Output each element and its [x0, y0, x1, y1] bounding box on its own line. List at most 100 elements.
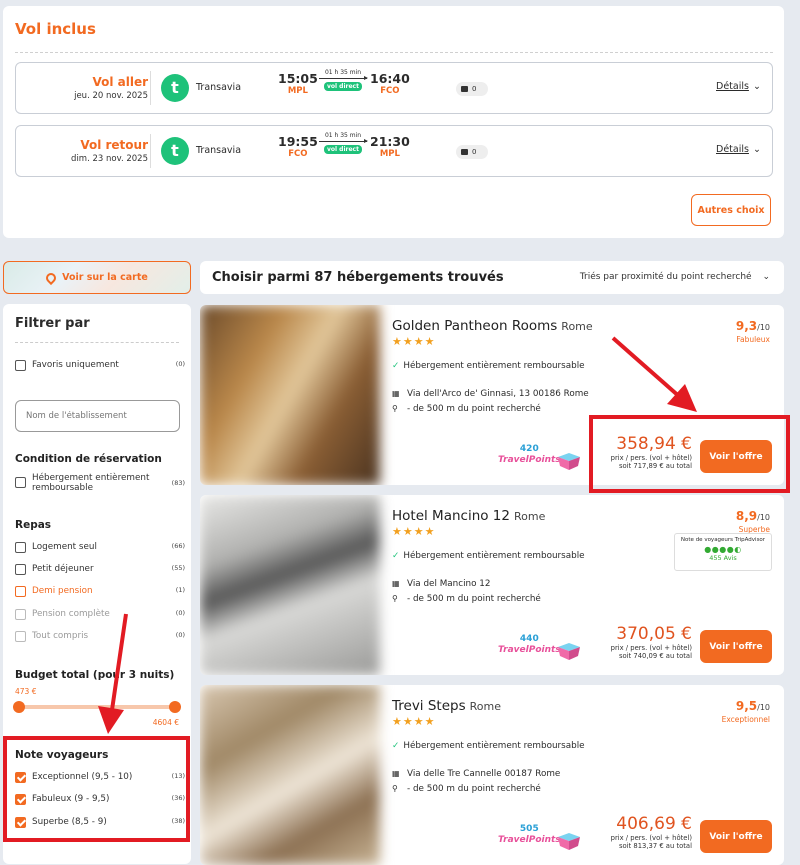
- refundable-note: ✓ Hébergement entièrement remboursable: [392, 361, 585, 371]
- flight-date: dim. 23 nov. 2025: [71, 154, 148, 164]
- results-header: Choisir parmi 87 hébergements trouvés Tr…: [200, 261, 784, 294]
- view-offer-button[interactable]: Voir l'offre: [700, 820, 772, 853]
- hotel-distance: ⚲ - de 500 m du point recherché: [392, 404, 541, 414]
- hotel-photo[interactable]: [200, 495, 380, 675]
- arrival-time: 16:40: [370, 71, 410, 86]
- star-rating: ★★★★: [392, 525, 436, 538]
- building-icon: ▦: [392, 769, 400, 778]
- price-block: 406,69 € prix / pers. (vol + hôtel) soit 8…: [610, 814, 692, 850]
- review-score: 9,3/10: [735, 319, 770, 333]
- flight-date: jeu. 20 nov. 2025: [74, 91, 148, 101]
- price-block: 370,05 € prix / pers. (vol + hôtel) soit 7…: [610, 624, 692, 660]
- budget-max-handle[interactable]: [169, 701, 181, 713]
- price-per-person: 406,69 €: [616, 814, 692, 834]
- refundable-note: ✓ Hébergement entièrement remboursable: [392, 551, 585, 561]
- meal-breakfast-checkbox[interactable]: Petit déjeuner (55): [15, 564, 185, 575]
- price-per-person: 370,05 €: [616, 624, 692, 644]
- travelpoints-badge: 420 TravelPoints: [498, 444, 561, 465]
- meals-heading: Repas: [15, 519, 52, 531]
- sort-select[interactable]: Triés par proximité du point recherché ⌄: [580, 272, 770, 282]
- arrival-airport: MPL: [379, 149, 400, 159]
- divider: [15, 342, 179, 343]
- refundable-checkbox[interactable]: Hébergement entièrement remboursable (83): [15, 473, 185, 493]
- flight-summary-card: Vol inclus Vol aller jeu. 20 nov. 2025 t …: [3, 6, 784, 238]
- location-icon: ⚲: [392, 404, 398, 413]
- direct-badge: vol direct: [324, 82, 362, 91]
- hotel-address: ▦ Via del Mancino 12: [392, 579, 491, 589]
- hotel-card: Trevi Steps Rome ★★★★ 9,5/10 Exceptionnel …: [200, 685, 784, 865]
- departure-airport: FCO: [288, 149, 308, 159]
- airline-name: Transavia: [196, 145, 242, 156]
- other-choices-button[interactable]: Autres choix: [691, 194, 771, 226]
- establishment-name-input[interactable]: [15, 400, 180, 432]
- budget-min-value: 473 €: [15, 687, 37, 696]
- booking-condition-heading: Condition de réservation: [15, 453, 162, 465]
- building-icon: ▦: [392, 389, 400, 398]
- baggage-badge: 0: [456, 145, 488, 159]
- hotel-name[interactable]: Trevi Steps Rome: [392, 698, 501, 714]
- gift-icon: [558, 453, 580, 470]
- details-link[interactable]: Détails ⌄: [716, 81, 761, 92]
- arrival-time: 21:30: [370, 134, 410, 149]
- travelpoints-badge: 440 TravelPoints: [498, 634, 561, 655]
- favorites-checkbox[interactable]: Favoris uniquement (0): [15, 360, 185, 371]
- hotel-name[interactable]: Hotel Mancino 12 Rome: [392, 508, 545, 524]
- budget-min-handle[interactable]: [13, 701, 25, 713]
- check-icon: ✓: [392, 361, 400, 371]
- refundable-note: ✓ Hébergement entièrement remboursable: [392, 741, 585, 751]
- divider: [150, 134, 151, 168]
- hotel-name[interactable]: Golden Pantheon Rooms Rome: [392, 318, 593, 334]
- arrow-icon: [319, 76, 368, 80]
- departure-time: 19:55: [278, 134, 318, 149]
- baggage-icon: [461, 148, 468, 155]
- meal-room-only-checkbox[interactable]: Logement seul (66): [15, 542, 185, 553]
- total-price: soit 740,09 € au total: [618, 652, 692, 660]
- flight-section-title: Vol inclus: [15, 20, 96, 38]
- review-score: 8,9/10: [735, 509, 770, 523]
- flight-direction-label: Vol aller: [92, 75, 148, 89]
- tripadvisor-badge: Note de voyageurs TripAdvisor ●●●●◐ 455 Av…: [674, 533, 772, 571]
- chevron-down-icon: ⌄: [752, 144, 761, 155]
- travelpoints-badge: 505 TravelPoints: [498, 824, 561, 845]
- details-link[interactable]: Détails ⌄: [716, 144, 761, 155]
- hotel-photo[interactable]: [200, 305, 380, 485]
- budget-max-value: 4604 €: [152, 718, 179, 727]
- departure-airport: MPL: [287, 86, 308, 96]
- review-score: 9,5/10: [735, 699, 770, 713]
- transavia-logo-icon: t: [161, 137, 189, 165]
- hotel-address: ▦ Via dell'Arco de' Ginnasi, 13 00186 Rom…: [392, 389, 589, 399]
- airline-name: Transavia: [196, 82, 242, 93]
- outbound-flight-row: Vol aller jeu. 20 nov. 2025 t Transavia 1…: [15, 62, 773, 114]
- hotel-distance: ⚲ - de 500 m du point recherché: [392, 784, 541, 794]
- location-icon: ⚲: [392, 784, 398, 793]
- hotel-distance: ⚲ - de 500 m du point recherché: [392, 594, 541, 604]
- flight-duration: 01 h 35 min: [324, 69, 362, 76]
- baggage-icon: [461, 85, 468, 92]
- meal-half-board-checkbox[interactable]: Demi pension (1): [15, 586, 185, 597]
- results-count-heading: Choisir parmi 87 hébergements trouvés: [212, 270, 504, 285]
- annotation-box-price: [589, 415, 790, 493]
- view-offer-button[interactable]: Voir l'offre: [700, 630, 772, 663]
- arrival-airport: FCO: [380, 86, 400, 96]
- review-word: Exceptionnel: [721, 715, 770, 724]
- gift-icon: [558, 643, 580, 660]
- departure-time: 15:05: [278, 71, 318, 86]
- building-icon: ▦: [392, 579, 400, 588]
- hotel-address: ▦ Via delle Tre Cannelle 00187 Rome: [392, 769, 561, 779]
- check-icon: ✓: [392, 741, 400, 751]
- hotel-photo[interactable]: [200, 685, 380, 865]
- review-word: Fabuleux: [736, 335, 770, 344]
- flight-direction-label: Vol retour: [80, 138, 148, 152]
- hotel-card: Hotel Mancino 12 Rome ★★★★ 8,9/10 Superbe …: [200, 495, 784, 675]
- annotation-arrow-icon: [611, 336, 697, 412]
- arrow-icon: [319, 139, 368, 143]
- tripadvisor-rating-icon: ●●●●◐: [704, 545, 742, 554]
- filter-title: Filtrer par: [15, 316, 90, 331]
- show-map-button[interactable]: Voir sur la carte: [3, 261, 191, 294]
- direct-badge: vol direct: [324, 145, 362, 154]
- chevron-down-icon: ⌄: [752, 81, 761, 92]
- flight-duration: 01 h 35 min: [324, 132, 362, 139]
- gift-icon: [558, 833, 580, 850]
- chevron-down-icon: ⌄: [762, 272, 770, 282]
- transavia-logo-icon: t: [161, 74, 189, 102]
